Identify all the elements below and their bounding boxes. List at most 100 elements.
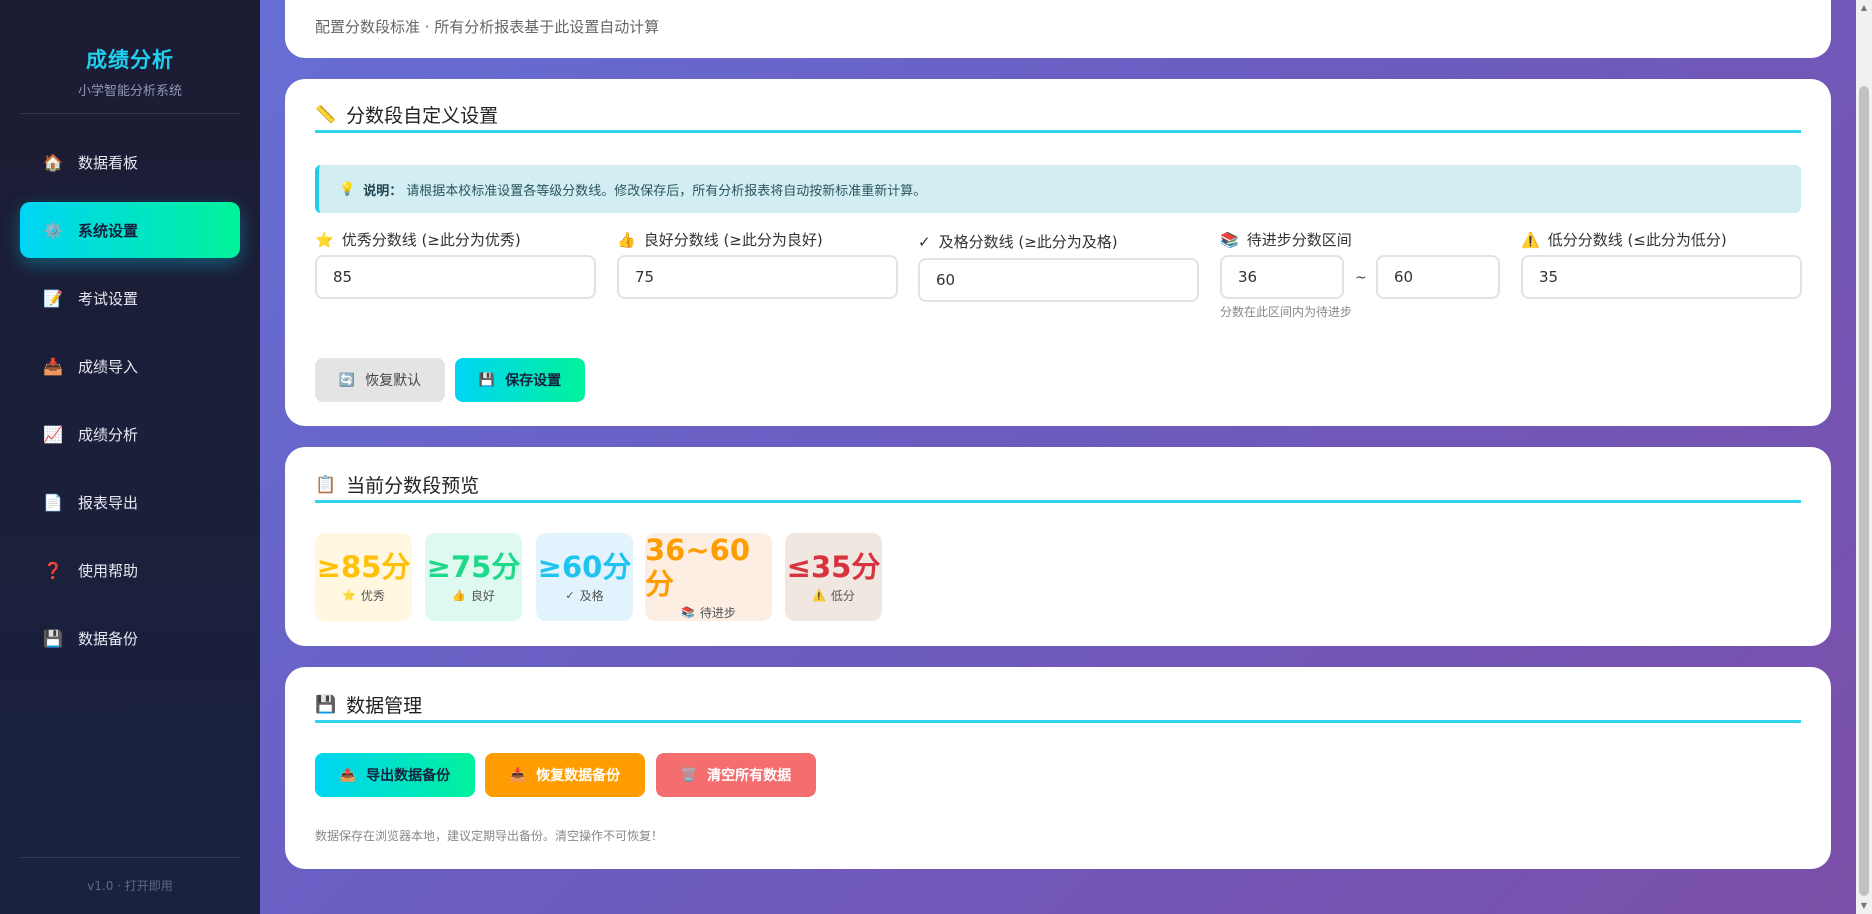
export-icon: 📤 xyxy=(339,767,357,783)
books-icon: 📚 xyxy=(681,606,695,619)
tip-label: 说明： xyxy=(363,183,403,199)
pass-threshold-input[interactable]: 60 xyxy=(918,258,1199,302)
thumbs-up-icon: 👍 xyxy=(452,589,466,602)
sidebar-nav: 🏠 数据看板 ⚙️ 系统设置 📝 考试设置 📥 成绩导入 📈 成绩分析 📄 报表导出 ❓ 使用帮助 💾 数据备… xyxy=(0,134,260,678)
improve-label-text: 待进步分数区间 xyxy=(1246,231,1352,249)
preview-title: 📋 当前分数段预览 xyxy=(315,469,1801,503)
preview-heading: 当前分数段预览 xyxy=(346,475,480,497)
preview-excellent-value: ≥85分 xyxy=(316,550,411,584)
sidebar-item-label: 系统设置 xyxy=(78,221,139,240)
save-settings-button[interactable]: 💾 保存设置 xyxy=(455,358,585,402)
chart-icon: 📈 xyxy=(43,424,63,444)
star-icon: ⭐ xyxy=(315,230,334,249)
inbox-icon: 📥 xyxy=(43,356,63,376)
preview-low-label: ⚠️ 低分 xyxy=(812,587,855,604)
floppy-icon: 💾 xyxy=(43,628,63,648)
range-tilde: ~ xyxy=(1355,270,1367,286)
preview-pass: ≥60分 ✓ 及格 xyxy=(536,533,633,621)
excellent-threshold-input[interactable]: 85 xyxy=(315,255,596,299)
preview-label-text: 待进步 xyxy=(699,606,736,620)
scroll-down-arrow-icon[interactable]: ▼ xyxy=(1856,898,1872,914)
good-label-text: 良好分数线 (≥此分为良好) xyxy=(643,231,823,249)
info-tip: 💡 说明： 请根据本校标准设置各等级分数线。修改保存后，所有分析报表将自动按新标… xyxy=(315,165,1801,213)
preview-excellent-label: ⭐ 优秀 xyxy=(342,587,385,604)
preview-label-text: 良好 xyxy=(470,589,495,603)
sidebar-item-label: 数据备份 xyxy=(78,629,139,648)
refresh-icon: 🔄 xyxy=(338,372,356,388)
preview-improve: 36~60分 📚 待进步 xyxy=(645,533,772,621)
page-scrollbar[interactable]: ▲ ▼ xyxy=(1856,0,1872,914)
excellent-label: ⭐ 优秀分数线 (≥此分为优秀) xyxy=(315,229,521,250)
sidebar-item-label: 成绩导入 xyxy=(78,357,139,376)
preview-low-value: ≤35分 xyxy=(786,550,881,584)
preview-good-label: 👍 良好 xyxy=(452,587,495,604)
sidebar-item-dashboard[interactable]: 🏠 数据看板 xyxy=(20,134,240,190)
improve-max-input[interactable]: 60 xyxy=(1376,255,1500,299)
lightbulb-icon: 💡 xyxy=(339,181,356,197)
good-threshold-input[interactable]: 75 xyxy=(617,255,898,299)
sidebar-item-data-backup[interactable]: 💾 数据备份 xyxy=(20,610,240,666)
trash-icon: 🗑️ xyxy=(680,767,698,783)
preview-low: ≤35分 ⚠️ 低分 xyxy=(785,533,882,621)
data-management-card: 💾 数据管理 📤 导出数据备份 📥 恢复数据备份 🗑️ 清空所有数据 数据保存在… xyxy=(285,667,1831,869)
improve-label: 📚 待进步分数区间 xyxy=(1220,229,1352,250)
low-label: ⚠️ 低分分数线 (≤此分为低分) xyxy=(1521,229,1727,250)
sidebar-item-exam-settings[interactable]: 📝 考试设置 xyxy=(20,270,240,326)
floppy-icon: 💾 xyxy=(478,372,496,388)
question-icon: ❓ xyxy=(43,560,63,580)
books-icon: 📚 xyxy=(1220,230,1239,249)
save-settings-label: 保存设置 xyxy=(505,373,562,389)
excellent-label-text: 优秀分数线 (≥此分为优秀) xyxy=(341,231,521,249)
warning-icon: ⚠️ xyxy=(1521,230,1540,249)
data-management-heading: 数据管理 xyxy=(346,695,423,717)
sidebar: 成绩分析 小学智能分析系统 🏠 数据看板 ⚙️ 系统设置 📝 考试设置 📥 成绩导入 📈 成绩分析… xyxy=(0,0,260,914)
preview-improve-value: 36~60分 xyxy=(645,533,751,601)
sidebar-item-settings[interactable]: ⚙️ 系统设置 xyxy=(20,202,240,258)
pass-label-text: 及格分数线 (≥此分为及格) xyxy=(938,233,1118,251)
pass-label: ✓ 及格分数线 (≥此分为及格) xyxy=(918,231,1118,252)
sidebar-item-report-export[interactable]: 📄 报表导出 xyxy=(20,474,240,530)
sidebar-item-label: 使用帮助 xyxy=(78,561,139,580)
brand-subtitle: 小学智能分析系统 xyxy=(77,84,182,99)
storage-note: 数据保存在浏览器本地，建议定期导出备份。清空操作不可恢复！ xyxy=(315,829,664,843)
sidebar-item-label: 成绩分析 xyxy=(78,425,139,444)
preview-card: 📋 当前分数段预览 ≥85分 ⭐ 优秀 ≥75分 👍 良好 ≥60分 ✓ 及格 36~60分 📚 待进… xyxy=(285,447,1831,646)
improve-hint: 分数在此区间内为待进步 xyxy=(1220,305,1353,319)
preview-label-text: 低分 xyxy=(830,589,855,603)
brand: 成绩分析 小学智能分析系统 xyxy=(20,0,240,114)
thumbs-up-icon: 👍 xyxy=(617,230,636,249)
warning-icon: ⚠️ xyxy=(812,589,826,602)
sidebar-item-score-import[interactable]: 📥 成绩导入 xyxy=(20,338,240,394)
sidebar-item-help[interactable]: ❓ 使用帮助 xyxy=(20,542,240,598)
sidebar-item-label: 考试设置 xyxy=(78,289,139,308)
scroll-thumb[interactable] xyxy=(1859,86,1869,896)
import-icon: 📥 xyxy=(509,767,527,783)
floppy-disk-icon: 💾 xyxy=(315,694,337,715)
score-settings-heading: 分数段自定义设置 xyxy=(346,105,499,127)
preview-label-text: 及格 xyxy=(579,589,604,603)
ruler-icon: 📏 xyxy=(315,104,337,125)
sidebar-item-label: 报表导出 xyxy=(78,493,139,512)
checkmark-icon: ✓ xyxy=(565,589,575,602)
scroll-up-arrow-icon[interactable]: ▲ xyxy=(1856,0,1872,16)
star-icon: ⭐ xyxy=(342,589,356,602)
preview-improve-label: 📚 待进步 xyxy=(681,604,736,621)
clear-all-data-button[interactable]: 🗑️ 清空所有数据 xyxy=(656,753,816,797)
data-management-title: 💾 数据管理 xyxy=(315,689,1801,723)
restore-backup-label: 恢复数据备份 xyxy=(536,768,621,784)
restore-backup-button[interactable]: 📥 恢复数据备份 xyxy=(485,753,645,797)
improve-min-input[interactable]: 36 xyxy=(1220,255,1344,299)
preview-pass-label: ✓ 及格 xyxy=(565,587,603,604)
memo-icon: 📝 xyxy=(43,288,63,308)
preview-excellent: ≥85分 ⭐ 优秀 xyxy=(315,533,412,621)
low-label-text: 低分分数线 (≤此分为低分) xyxy=(1547,231,1727,249)
reset-default-button[interactable]: 🔄 恢复默认 xyxy=(315,358,445,402)
export-backup-label: 导出数据备份 xyxy=(366,768,451,784)
sidebar-item-label: 数据看板 xyxy=(78,153,139,172)
preview-label-text: 优秀 xyxy=(360,589,385,603)
sidebar-item-score-analysis[interactable]: 📈 成绩分析 xyxy=(20,406,240,462)
export-backup-button[interactable]: 📤 导出数据备份 xyxy=(315,753,475,797)
preview-good: ≥75分 👍 良好 xyxy=(425,533,522,621)
low-threshold-input[interactable]: 35 xyxy=(1521,255,1802,299)
good-label: 👍 良好分数线 (≥此分为良好) xyxy=(617,229,823,250)
